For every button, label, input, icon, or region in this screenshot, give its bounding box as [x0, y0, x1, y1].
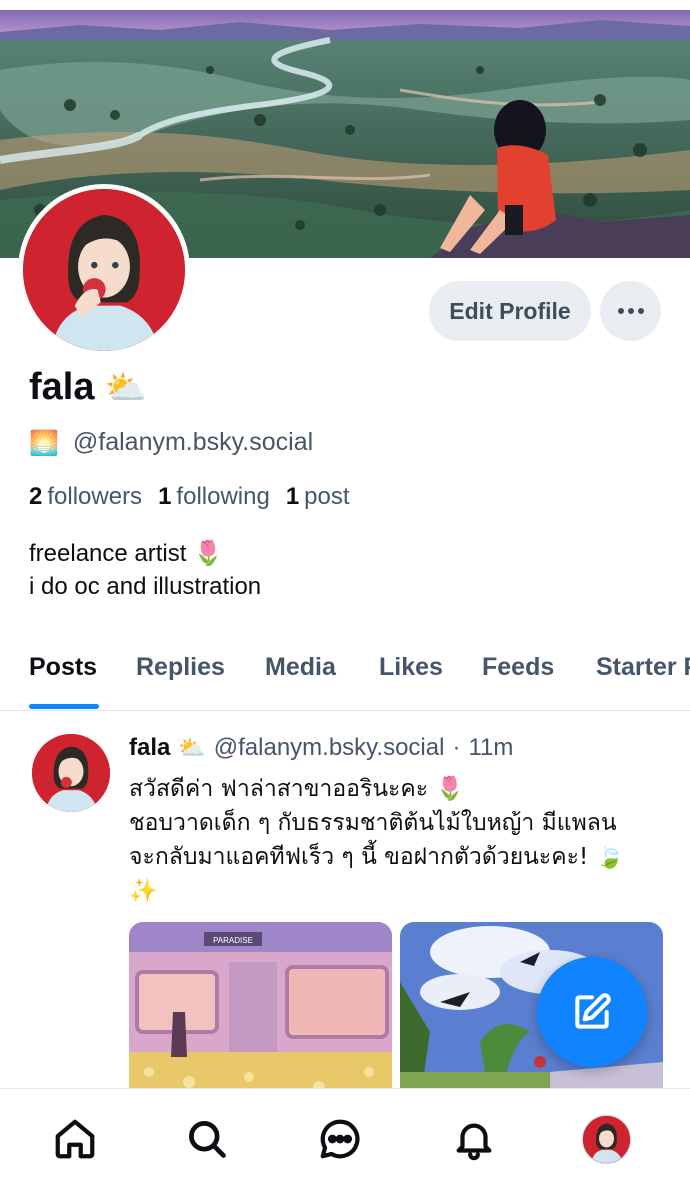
posts-label: post — [304, 483, 350, 510]
nav-search[interactable] — [182, 1114, 232, 1164]
post-author-avatar[interactable] — [32, 734, 110, 812]
search-icon — [189, 1121, 226, 1158]
post-text-line: สวัสดีค่า ฟาล่าสาขาออรินะคะ 🌷 — [129, 776, 465, 802]
profile-tabs: Posts Replies Media Likes Feeds Starter … — [0, 645, 690, 711]
post-separator: · — [452, 734, 461, 761]
profile-stats: 2 followers 1 following 1 post — [29, 483, 350, 511]
compose-icon — [575, 993, 611, 1029]
followers-stat[interactable]: 2 followers — [29, 483, 142, 511]
more-options-button[interactable] — [600, 281, 661, 341]
active-tab-indicator — [29, 704, 99, 709]
followers-count: 2 — [29, 483, 43, 510]
handle-row: 🌅 @falanym.bsky.social — [29, 428, 313, 457]
bottom-navigation — [0, 1088, 690, 1200]
paradise-sign: PARADISE — [213, 936, 253, 945]
post-text-line: จะกลับมาแอคทีฟเร็ว ๆ นี้ ขอฝากตัวด้วยนะค… — [129, 844, 625, 870]
edit-profile-button[interactable]: Edit Profile — [429, 281, 591, 341]
cloud-sun-emoji-icon: ⛅ — [104, 367, 147, 408]
home-icon — [55, 1119, 95, 1159]
display-name-text: fala — [29, 366, 95, 408]
post-author-handle[interactable]: @falanym.bsky.social — [214, 734, 445, 762]
nav-notifications[interactable] — [449, 1114, 499, 1164]
post-header: fala ⛅ @falanym.bsky.social · 11m — [129, 734, 513, 762]
sunrise-emoji-icon: 🌅 — [29, 428, 59, 457]
following-stat[interactable]: 1 following — [158, 483, 270, 511]
tab-feeds[interactable]: Feeds — [482, 653, 554, 682]
display-name: fala ⛅ — [29, 366, 147, 409]
profile-bio: freelance artist 🌷 i do oc and illustrat… — [29, 537, 261, 603]
following-label: following — [176, 483, 270, 510]
more-icon — [617, 308, 644, 314]
tab-starter-packs[interactable]: Starter P — [596, 653, 690, 682]
posts-stat: 1 post — [286, 483, 350, 511]
post-text-line: ✨ — [129, 878, 158, 904]
post-image-train[interactable]: PARADISE — [129, 922, 392, 1102]
tab-posts[interactable]: Posts — [29, 653, 97, 682]
cloud-sun-emoji-icon: ⛅ — [178, 735, 206, 761]
nav-chat[interactable] — [315, 1114, 365, 1164]
bio-line: i do oc and illustration — [29, 573, 262, 600]
chat-icon — [320, 1119, 360, 1159]
bio-line: freelance artist 🌷 — [29, 540, 223, 567]
post-text-line: ชอบวาดเด็ก ๆ กับธรรมชาติต้นไม้ใบหญ้า มีแ… — [129, 810, 617, 836]
followers-label: followers — [47, 483, 143, 510]
post-text: สวัสดีค่า ฟาล่าสาขาออรินะคะ 🌷 ชอบวาดเด็ก… — [129, 772, 669, 908]
compose-button[interactable] — [537, 957, 647, 1067]
tab-likes[interactable]: Likes — [379, 653, 443, 682]
profile-handle[interactable]: @falanym.bsky.social — [73, 428, 313, 457]
following-count: 1 — [158, 483, 172, 510]
nav-home[interactable] — [50, 1114, 100, 1164]
profile-avatar[interactable] — [18, 184, 190, 356]
post-author-name[interactable]: fala — [129, 734, 170, 762]
tab-replies[interactable]: Replies — [136, 653, 225, 682]
nav-profile-avatar[interactable] — [582, 1115, 631, 1164]
post-timestamp[interactable]: 11m — [468, 734, 513, 762]
tab-media[interactable]: Media — [265, 653, 336, 682]
posts-count: 1 — [285, 483, 300, 510]
bell-icon — [456, 1123, 492, 1161]
